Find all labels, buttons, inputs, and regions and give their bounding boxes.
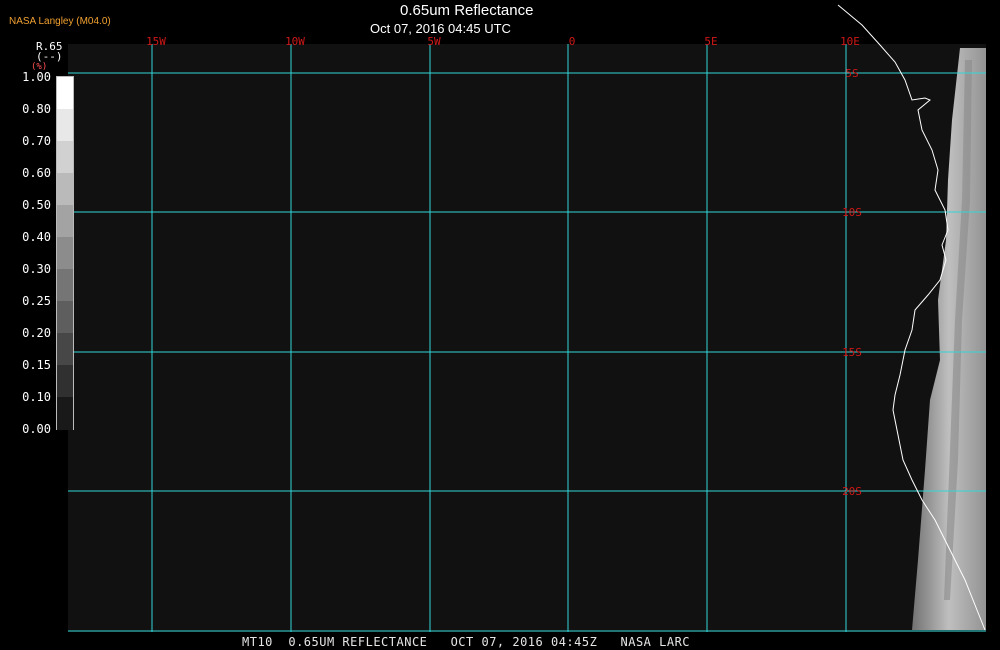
satellite-map: 15W 10W 5W 0 5E 10E 5S 10S 15S 20S [68,4,986,632]
colorbar-segment [57,365,73,398]
colorbar [56,76,74,430]
colorbar-segment [57,173,73,206]
colorbar-unit-line: (--) [36,50,63,63]
colorbar-segment [57,205,73,238]
latitude-label: 5S [845,67,858,80]
colorbar-segment [57,141,73,174]
latitude-label: 10S [842,206,862,219]
colorbar-tick-label: 0.25 [22,294,51,308]
longitude-label: 0 [569,35,576,48]
colorbar-tick-label: 1.00 [22,70,51,84]
footer-caption: MT10 0.65UM REFLECTANCE OCT 07, 2016 04:… [242,635,691,649]
colorbar-title: R.65 (--) [36,41,63,63]
credit-label: NASA Langley (M04.0) [9,16,111,27]
longitude-label: 10W [285,35,305,48]
colorbar-tick-label: 0.15 [22,358,51,372]
longitude-label: 5E [704,35,717,48]
longitude-label: 5W [427,35,441,48]
colorbar-tick-label: 0.40 [22,230,51,244]
colorbar-tick-label: 0.60 [22,166,51,180]
colorbar-segment [57,301,73,334]
colorbar-tick-label: 0.30 [22,262,51,276]
latitude-label: 15S [842,346,862,359]
image-title: 0.65um Reflectance [400,2,534,19]
colorbar-segment [57,269,73,302]
colorbar-tick-label: 0.50 [22,198,51,212]
colorbar-segment [57,77,73,110]
latitude-label: 20S [842,485,862,498]
colorbar-segment [57,237,73,270]
colorbar-segment [57,109,73,142]
map-background [68,44,986,632]
colorbar-tick-label: 0.80 [22,102,51,116]
colorbar-tick-label: 0.70 [22,134,51,148]
colorbar-tick-label: 0.10 [22,390,51,404]
image-timestamp: Oct 07, 2016 04:45 UTC [370,21,511,36]
colorbar-segment [57,333,73,366]
colorbar-tick-label: 0.00 [22,422,51,436]
longitude-label: 15W [146,35,166,48]
longitude-label: 10E [840,35,860,48]
colorbar-segment [57,397,73,430]
colorbar-tick-label: 0.20 [22,326,51,340]
